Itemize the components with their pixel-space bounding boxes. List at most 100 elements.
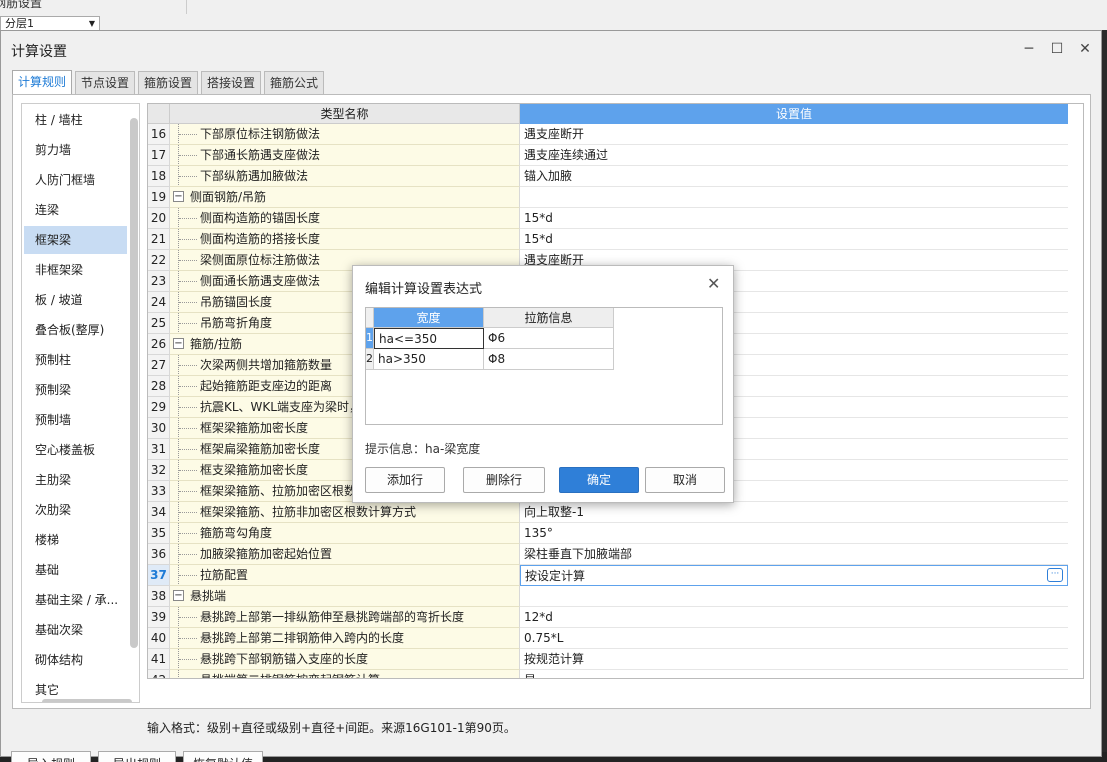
table-row[interactable]: 19− 侧面钢筋/吊筋: [148, 187, 1068, 208]
export-rules-button[interactable]: 导出规则: [98, 751, 176, 762]
row-setting-value[interactable]: [520, 187, 1068, 208]
row-type-name[interactable]: 下部纵筋遇加腋做法: [170, 166, 520, 187]
expr-header-info[interactable]: 拉筋信息: [484, 308, 614, 328]
row-setting-value[interactable]: [520, 586, 1068, 607]
table-row[interactable]: 21 侧面构造筋的搭接长度 15*d: [148, 229, 1068, 250]
row-setting-value[interactable]: 按设定计算 ···: [520, 565, 1068, 586]
row-type-name[interactable]: 下部通长筋遇支座做法: [170, 145, 520, 166]
category-item[interactable]: 次肋梁: [24, 496, 127, 524]
table-row[interactable]: 35 箍筋弯勾角度 135°: [148, 523, 1068, 544]
row-setting-value[interactable]: 12*d: [520, 607, 1068, 628]
row-type-name[interactable]: − 侧面钢筋/吊筋: [170, 187, 520, 208]
tab-node-settings[interactable]: 节点设置: [75, 71, 135, 95]
category-item[interactable]: 主肋梁: [24, 466, 127, 494]
category-item[interactable]: 预制墙: [24, 406, 127, 434]
expr-info-cell[interactable]: Φ6: [484, 328, 614, 349]
category-item[interactable]: 连梁: [24, 196, 127, 224]
header-setting-value[interactable]: 设置值: [520, 104, 1068, 124]
ellipsis-button[interactable]: ···: [1047, 568, 1063, 582]
row-setting-value[interactable]: 15*d: [520, 208, 1068, 229]
value-text: 12*d: [524, 610, 553, 624]
row-type-name[interactable]: 箍筋弯勾角度: [170, 523, 520, 544]
expr-width-cell[interactable]: ha<=350: [374, 328, 484, 349]
category-item[interactable]: 楼梯: [24, 526, 127, 554]
table-row[interactable]: 34 框架梁箍筋、拉筋非加密区根数计算方式 向上取整-1: [148, 502, 1068, 523]
row-type-name[interactable]: 侧面构造筋的锚固长度: [170, 208, 520, 229]
header-type-name[interactable]: 类型名称: [170, 104, 520, 124]
table-row[interactable]: 17 下部通长筋遇支座做法 遇支座连续通过: [148, 145, 1068, 166]
row-type-name[interactable]: 悬挑跨上部第一排纵筋伸至悬挑跨端部的弯折长度: [170, 607, 520, 628]
maximize-button[interactable]: ☐: [1047, 39, 1067, 59]
row-setting-value[interactable]: 按规范计算: [520, 649, 1068, 670]
tab-stirrup-formula[interactable]: 箍筋公式: [264, 71, 324, 95]
row-setting-value[interactable]: 梁柱垂直下加腋端部: [520, 544, 1068, 565]
row-type-name[interactable]: 悬挑端第二排钢筋按弯起钢筋计算: [170, 670, 520, 678]
table-row[interactable]: 37 拉筋配置 按设定计算 ···: [148, 565, 1068, 586]
category-item[interactable]: 柱 / 墙柱: [24, 106, 127, 134]
row-setting-value[interactable]: 遇支座连续通过: [520, 145, 1068, 166]
category-item[interactable]: 剪力墙: [24, 136, 127, 164]
category-item[interactable]: 砌体结构: [24, 646, 127, 674]
tab-lap-settings[interactable]: 搭接设置: [201, 71, 261, 95]
table-row[interactable]: 42 悬挑端第二排钢筋按弯起钢筋计算 是: [148, 670, 1068, 678]
modal-close-icon[interactable]: ✕: [707, 274, 720, 293]
category-item[interactable]: 板 / 坡道: [24, 286, 127, 314]
delete-row-button[interactable]: 删除行: [463, 467, 545, 493]
expr-width-cell[interactable]: ha>350: [374, 349, 484, 370]
tab-stirrup-settings[interactable]: 箍筋设置: [138, 71, 198, 95]
table-row[interactable]: 39 悬挑跨上部第一排纵筋伸至悬挑跨端部的弯折长度 12*d: [148, 607, 1068, 628]
table-row[interactable]: 36 加腋梁箍筋加密起始位置 梁柱垂直下加腋端部: [148, 544, 1068, 565]
row-label: 加腋梁箍筋加密起始位置: [200, 547, 333, 561]
category-item[interactable]: 叠合板(整厚): [24, 316, 127, 344]
table-row[interactable]: 18 下部纵筋遇加腋做法 锚入加腋: [148, 166, 1068, 187]
row-type-name[interactable]: 下部原位标注钢筋做法: [170, 124, 520, 145]
collapse-icon[interactable]: −: [173, 590, 184, 601]
add-row-button[interactable]: 添加行: [365, 467, 445, 493]
category-item[interactable]: 基础: [24, 556, 127, 584]
tab-calc-rules[interactable]: 计算规则: [12, 70, 72, 96]
category-item[interactable]: 预制梁: [24, 376, 127, 404]
background-menu-text[interactable]: 钢筋设置: [0, 0, 42, 11]
row-setting-value[interactable]: 是: [520, 670, 1068, 678]
row-type-name[interactable]: 侧面构造筋的搭接长度: [170, 229, 520, 250]
restore-defaults-button[interactable]: 恢复默认值: [183, 751, 263, 762]
row-type-name[interactable]: − 悬挑端: [170, 586, 520, 607]
category-item[interactable]: 框架梁: [24, 226, 127, 254]
category-item[interactable]: 预制柱: [24, 346, 127, 374]
table-row[interactable]: 38− 悬挑端: [148, 586, 1068, 607]
ok-button[interactable]: 确定: [559, 467, 639, 493]
category-item[interactable]: 空心楼盖板: [24, 436, 127, 464]
separator: [186, 0, 187, 14]
row-type-name[interactable]: 悬挑跨上部第二排钢筋伸入跨内的长度: [170, 628, 520, 649]
row-setting-value[interactable]: 15*d: [520, 229, 1068, 250]
row-type-name[interactable]: 加腋梁箍筋加密起始位置: [170, 544, 520, 565]
row-type-name[interactable]: 拉筋配置: [170, 565, 520, 586]
vertical-scrollbar[interactable]: [130, 118, 138, 648]
row-setting-value[interactable]: 0.75*L: [520, 628, 1068, 649]
row-setting-value[interactable]: 锚入加腋: [520, 166, 1068, 187]
collapse-icon[interactable]: −: [173, 338, 184, 349]
table-row[interactable]: 20 侧面构造筋的锚固长度 15*d: [148, 208, 1068, 229]
category-item[interactable]: 非框架梁: [24, 256, 127, 284]
expr-header-width[interactable]: 宽度: [374, 308, 484, 328]
table-row[interactable]: 41 悬挑跨下部钢筋锚入支座的长度 按规范计算: [148, 649, 1068, 670]
table-row[interactable]: 16 下部原位标注钢筋做法 遇支座断开: [148, 124, 1068, 145]
row-setting-value[interactable]: 遇支座断开: [520, 124, 1068, 145]
close-button[interactable]: ✕: [1075, 39, 1095, 59]
category-item[interactable]: 人防门框墙: [24, 166, 127, 194]
row-setting-value[interactable]: 向上取整-1: [520, 502, 1068, 523]
expr-info-cell[interactable]: Φ8: [484, 349, 614, 370]
row-type-name[interactable]: 悬挑跨下部钢筋锚入支座的长度: [170, 649, 520, 670]
import-rules-button[interactable]: 导入规则: [11, 751, 91, 762]
row-setting-value[interactable]: 135°: [520, 523, 1068, 544]
value-text: 向上取整-1: [524, 505, 584, 519]
cancel-button[interactable]: 取消: [645, 467, 725, 493]
row-type-name[interactable]: 框架梁箍筋、拉筋非加密区根数计算方式: [170, 502, 520, 523]
category-item[interactable]: 基础主梁 / 承...: [24, 586, 127, 614]
table-row[interactable]: 40 悬挑跨上部第二排钢筋伸入跨内的长度 0.75*L: [148, 628, 1068, 649]
collapse-icon[interactable]: −: [173, 191, 184, 202]
value-text: 按设定计算: [525, 569, 586, 583]
horizontal-scrollbar[interactable]: [42, 699, 132, 702]
category-item[interactable]: 基础次梁: [24, 616, 127, 644]
minimize-button[interactable]: ─: [1019, 39, 1039, 59]
